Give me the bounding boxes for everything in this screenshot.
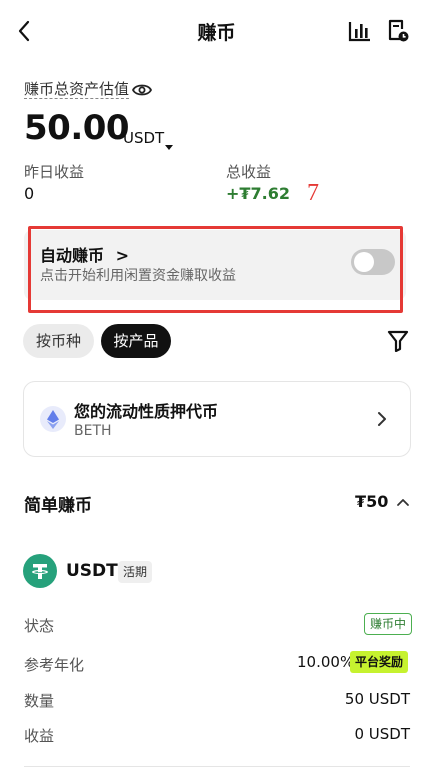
filter-by-coin[interactable]: 按币种	[23, 324, 94, 358]
liquid-staking-title: 您的流动性质押代币	[74, 402, 219, 421]
yesterday-earnings-value: 0	[24, 184, 35, 203]
earnings-label: 收益	[24, 727, 55, 745]
eye-icon	[131, 84, 153, 96]
annotation-number: 7	[307, 180, 319, 206]
total-assets-label[interactable]: 赚币总资产估值	[24, 80, 130, 99]
quantity-value: 50 USDT	[344, 690, 410, 708]
document-clock-icon	[388, 19, 409, 42]
product-tag: 活期	[118, 561, 153, 583]
caret-down-icon	[165, 136, 173, 150]
chevron-right-icon	[376, 410, 388, 428]
status-label: 状态	[24, 617, 55, 635]
chevron-up-icon	[397, 499, 409, 506]
section-title: 简单赚币	[24, 496, 92, 516]
platform-bonus-badge: 平台奖励	[350, 651, 409, 673]
highlight-box	[28, 226, 403, 313]
apr-value: 10.00%	[297, 653, 355, 671]
yesterday-earnings-label: 昨日收益	[24, 163, 85, 181]
collapse-button[interactable]	[396, 494, 410, 508]
status-badge: 赚币中	[364, 613, 413, 635]
visibility-toggle[interactable]	[131, 82, 153, 98]
tether-icon	[23, 554, 57, 588]
liquid-staking-subtitle: BETH	[74, 423, 112, 439]
ethereum-icon	[40, 406, 66, 432]
quantity-label: 数量	[24, 692, 55, 710]
filter-by-product[interactable]: 按产品	[101, 324, 171, 358]
product-name[interactable]: USDT	[66, 561, 118, 581]
apr-label: 参考年化	[24, 656, 85, 674]
divider	[24, 766, 410, 767]
funnel-icon	[387, 330, 409, 353]
history-button[interactable]	[386, 19, 410, 43]
filter-button[interactable]	[386, 330, 410, 353]
total-assets-amount: 50.00	[24, 108, 130, 148]
earnings-value: 0 USDT	[354, 725, 410, 743]
currency-selector[interactable]: USDT	[123, 129, 164, 147]
stats-button[interactable]	[348, 20, 372, 42]
bar-chart-icon	[348, 22, 370, 42]
total-earnings-label: 总收益	[226, 163, 272, 181]
section-amount: ₮50	[355, 492, 389, 511]
total-earnings-value: +₮7.62	[226, 184, 291, 203]
